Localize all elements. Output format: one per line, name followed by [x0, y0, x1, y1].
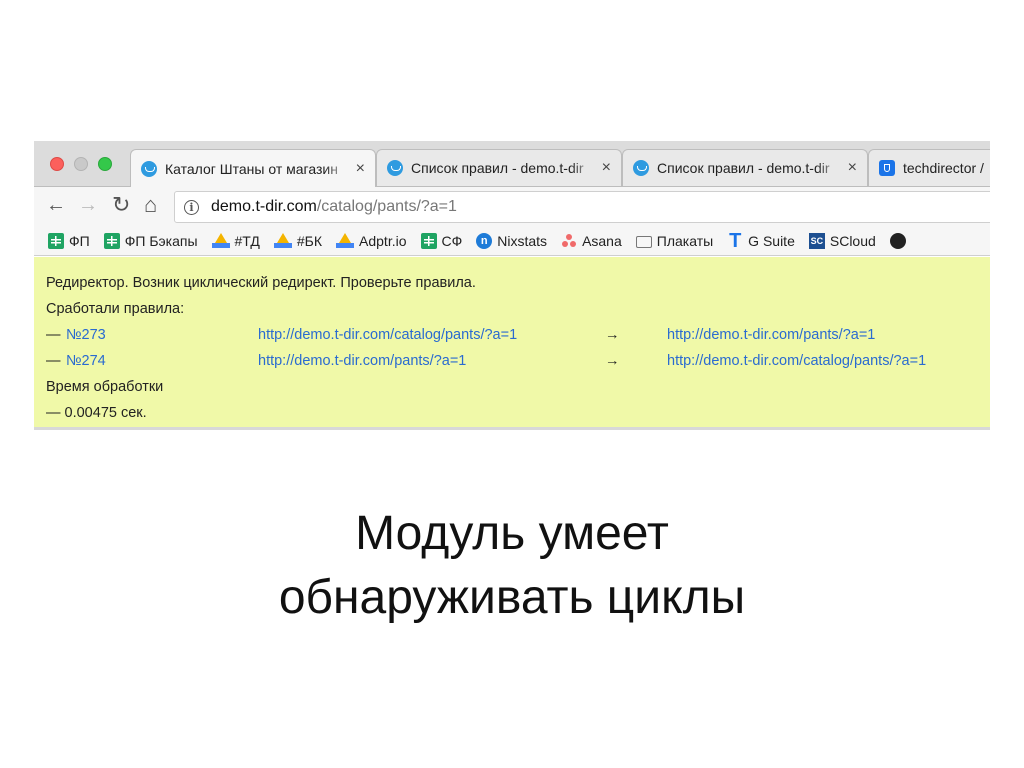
bookmark-label: Плакаты	[656, 232, 714, 249]
tab-close-icon[interactable]: ×	[848, 159, 857, 177]
bookmark-nixstats[interactable]: n Nixstats	[476, 232, 548, 249]
bookmark-label: СФ	[441, 232, 463, 249]
slide-caption: Модуль умеет обнаруживать циклы	[0, 502, 1024, 630]
bookmark-label: #БК	[296, 232, 323, 249]
url-host: demo.t-dir.com	[211, 198, 317, 215]
bookmark-label: SCloud	[829, 232, 876, 249]
tab-title: Список правил - demo.t-dir	[657, 160, 830, 176]
bookmark-bk[interactable]: #БК	[273, 232, 323, 249]
notice-message: Редиректор. Возник циклический редирект.…	[46, 275, 476, 291]
sheets-icon	[420, 232, 437, 249]
processing-time-label: Время обработки	[46, 379, 164, 395]
bookmark-gsuite[interactable]: T G Suite	[727, 229, 795, 252]
caption-line-2: обнаруживать циклы	[278, 571, 746, 624]
bookmark-label: G Suite	[748, 232, 795, 249]
bookmark-label: ФП Бэкапы	[124, 232, 198, 249]
bookmark-asana[interactable]: Asana	[561, 233, 622, 249]
tab-title: Каталог Штаны от магазин	[165, 160, 338, 177]
scloud-icon: SC	[808, 232, 825, 249]
rule-row: — №274 http://demo.t-dir.com/pants/?a=1 …	[46, 348, 990, 374]
bookmark-label: Adptr.io	[359, 232, 407, 249]
rule-to-link[interactable]: http://demo.t-dir.com/catalog/pants/?a=1	[667, 348, 926, 374]
nixstats-icon: n	[476, 232, 493, 249]
window-minimize-button[interactable]	[74, 157, 88, 171]
github-icon	[889, 232, 906, 249]
bookmark-label: Asana	[582, 232, 622, 249]
window-zoom-button[interactable]	[98, 157, 112, 171]
bookmark-sf[interactable]: СФ	[420, 232, 463, 249]
tab-close-icon[interactable]: ×	[602, 159, 611, 177]
home-icon[interactable]: ⌂	[144, 194, 157, 216]
rule-to-link[interactable]: http://demo.t-dir.com/pants/?a=1	[667, 322, 875, 348]
bookmark-github[interactable]	[889, 232, 911, 249]
tab-close-icon[interactable]: ×	[356, 160, 365, 178]
redirector-notice: Редиректор. Возник циклический редирект.…	[34, 257, 990, 430]
tab-title: techdirector /	[903, 160, 984, 176]
tab-techdirector[interactable]: techdirector /	[868, 149, 990, 186]
bookmark-label: Nixstats	[497, 232, 548, 249]
window-close-button[interactable]	[50, 157, 64, 171]
bookmark-label: #ТД	[234, 232, 260, 249]
rule-arrow: →	[605, 327, 620, 343]
info-icon[interactable]: i	[184, 199, 199, 215]
back-arrow-icon[interactable]: ←	[46, 195, 66, 215]
tab-rules-1[interactable]: Список правил - demo.t-dir ×	[376, 149, 622, 186]
reload-icon[interactable]: ↻	[112, 194, 130, 216]
bookmark-label: ФП	[69, 232, 90, 249]
bookmark-td[interactable]: #ТД	[211, 232, 260, 249]
drive-icon	[211, 233, 230, 248]
rule-from-link[interactable]: http://demo.t-dir.com/pants/?a=1	[258, 348, 466, 374]
sheets-icon	[103, 232, 120, 249]
rule-from-link[interactable]: http://demo.t-dir.com/catalog/pants/?a=1	[258, 322, 517, 348]
basket-icon	[387, 160, 403, 176]
rule-id-link[interactable]: №273	[66, 322, 106, 348]
bookmark-adptr[interactable]: Adptr.io	[336, 232, 407, 249]
asana-icon	[561, 233, 577, 249]
rule-dash: —	[46, 327, 61, 343]
tab-rules-2[interactable]: Список правил - demo.t-dir ×	[622, 149, 868, 186]
folder-icon	[635, 235, 652, 248]
basket-icon	[141, 160, 157, 177]
drive-icon	[336, 233, 355, 248]
tab-title: Список правил - demo.t-dir	[411, 160, 584, 176]
shield-icon	[879, 160, 895, 176]
url-path: /catalog/pants/?a=1	[316, 198, 457, 215]
tab-catalog[interactable]: Каталог Штаны от магазин ×	[130, 149, 376, 187]
sheets-icon	[48, 232, 64, 249]
drive-icon	[273, 233, 292, 248]
caption-line-1: Модуль умеет	[355, 507, 669, 560]
forward-arrow-icon[interactable]: →	[78, 195, 98, 215]
tab-strip: Каталог Штаны от магазин × Список правил…	[34, 141, 990, 187]
bookmark-posters[interactable]: Плакаты	[635, 232, 714, 249]
rule-arrow: →	[605, 353, 620, 369]
rule-id-link[interactable]: №274	[66, 348, 106, 374]
rules-heading: Сработали правила:	[46, 301, 185, 317]
address-bar[interactable]: i demo.t-dir.com /catalog/pants/?a=1	[174, 191, 990, 223]
browser-window: Каталог Штаны от магазин × Список правил…	[34, 141, 990, 430]
rule-dash: —	[46, 353, 61, 369]
rule-row: — №273 http://demo.t-dir.com/catalog/pan…	[46, 322, 990, 348]
bookmark-fp[interactable]: ФП	[48, 232, 90, 249]
processing-time-value: — 0.00475 сек.	[46, 405, 147, 421]
bookmarks-bar: ФП ФП Бэкапы #ТД #БК Adptr.io СФ n Nixst…	[34, 226, 990, 256]
bookmark-scloud[interactable]: SC SCloud	[808, 232, 876, 249]
gsuite-icon: T	[729, 229, 742, 252]
bookmark-fp-backups[interactable]: ФП Бэкапы	[103, 232, 198, 249]
toolbar: ← → ↻ ⌂ i demo.t-dir.com /catalog/pants/…	[34, 187, 990, 226]
basket-icon	[633, 160, 649, 176]
